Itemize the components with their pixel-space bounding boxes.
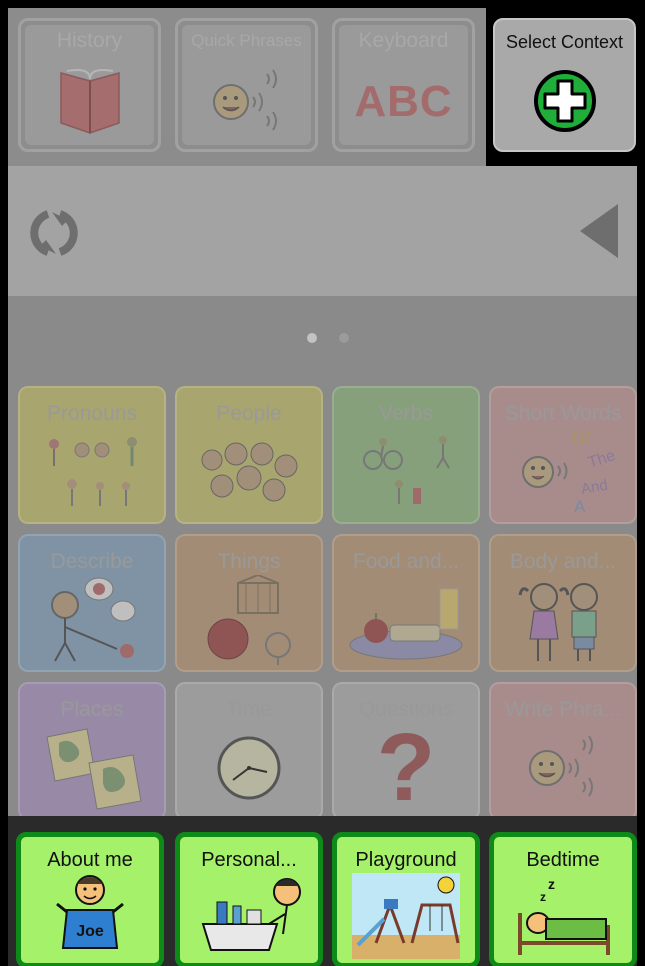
word-the: The: [586, 447, 618, 472]
describe-figure-icon: [20, 576, 164, 664]
category-label: Pronouns: [47, 402, 137, 425]
category-label: Describe: [50, 550, 134, 573]
sleeping-in-bed-icon: z z: [494, 875, 632, 957]
objects-icon: [177, 575, 321, 665]
svg-text:z: z: [540, 890, 546, 904]
category-label: Write Phra...: [504, 698, 622, 721]
action-figures-icon: [334, 428, 478, 516]
book-icon: [21, 61, 158, 143]
joe-badge: Joe: [76, 923, 104, 940]
word-of: Of: [572, 430, 590, 448]
abc-glyph: ABC: [354, 77, 453, 126]
context-personal-care[interactable]: Personal...: [175, 832, 323, 966]
category-label: Body and...: [509, 550, 617, 573]
category-label: People: [216, 402, 282, 425]
joe-figure-icon: Joe: [21, 875, 159, 957]
backspace-triangle-icon[interactable]: [580, 204, 620, 258]
faces-group-icon: [177, 428, 321, 516]
svg-text:z: z: [548, 876, 555, 892]
page-dot-active[interactable]: [307, 333, 317, 343]
clock-icon: [177, 724, 321, 812]
page-dot-inactive[interactable]: [339, 333, 349, 343]
context-about-me[interactable]: About me Joe: [16, 832, 164, 966]
context-label: Playground: [355, 849, 457, 871]
category-people[interactable]: People: [175, 386, 323, 524]
history-label: History: [56, 29, 123, 52]
sink-washing-icon: [180, 875, 318, 957]
category-label: Food and...: [352, 550, 460, 573]
context-label: Personal...: [201, 849, 297, 871]
context-playground[interactable]: Playground: [332, 832, 480, 966]
question-glyph: ?: [376, 714, 436, 820]
category-verbs[interactable]: Verbs: [332, 386, 480, 524]
top-toolbar: History Quick Phrases Keyboard ABC Selec…: [8, 8, 637, 166]
message-bar[interactable]: [8, 166, 637, 296]
category-places[interactable]: Places: [18, 682, 166, 820]
history-button[interactable]: History: [18, 18, 161, 152]
people-figures-icon: [20, 428, 164, 516]
aac-app: History Quick Phrases Keyboard ABC Selec…: [8, 8, 637, 966]
select-context-label: Select Context: [505, 32, 624, 52]
category-describe[interactable]: Describe: [18, 534, 166, 672]
question-mark-icon: ?: [334, 720, 478, 816]
maps-icon: [20, 724, 164, 812]
context-label: Bedtime: [526, 849, 600, 871]
category-label: Short Words: [504, 402, 622, 425]
quick-phrases-button[interactable]: Quick Phrases: [175, 18, 318, 152]
quick-phrases-label: Quick Phrases: [191, 31, 302, 50]
word-and: And: [580, 477, 609, 498]
speaking-words-icon: Of The And A: [491, 428, 635, 516]
plus-icon: [495, 58, 634, 144]
speaking-face-icon: [178, 61, 315, 143]
keyboard-label: Keyboard: [358, 29, 449, 52]
category-label: Things: [217, 550, 281, 573]
word-a: A: [574, 497, 586, 514]
select-context-button[interactable]: Select Context: [493, 18, 636, 152]
two-children-icon: [491, 576, 635, 664]
keyboard-button[interactable]: Keyboard ABC: [332, 18, 475, 152]
category-label: Time: [226, 698, 272, 721]
food-plate-icon: [334, 576, 478, 664]
category-questions[interactable]: Questions ?: [332, 682, 480, 820]
context-bedtime[interactable]: Bedtime z z: [489, 832, 637, 966]
refresh-icon[interactable]: [22, 208, 86, 258]
category-time[interactable]: Time: [175, 682, 323, 820]
category-label: Verbs: [379, 402, 433, 425]
category-food-and-drink[interactable]: Food and...: [332, 534, 480, 672]
abc-keyboard-icon: ABC: [335, 61, 472, 143]
playground-scene-icon: [337, 873, 475, 959]
context-label: About me: [47, 849, 133, 871]
speaking-face-icon: [491, 724, 635, 812]
category-page: Pronouns People Verbs Short Words Of The…: [8, 296, 637, 826]
category-body-and-health[interactable]: Body and...: [489, 534, 637, 672]
context-bar: About me Joe Personal... Playground Bedt…: [8, 816, 637, 966]
category-label: Places: [60, 698, 124, 721]
category-things[interactable]: Things: [175, 534, 323, 672]
category-pronouns[interactable]: Pronouns: [18, 386, 166, 524]
category-write-phrases[interactable]: Write Phra...: [489, 682, 637, 820]
category-short-words[interactable]: Short Words Of The And A: [489, 386, 637, 524]
